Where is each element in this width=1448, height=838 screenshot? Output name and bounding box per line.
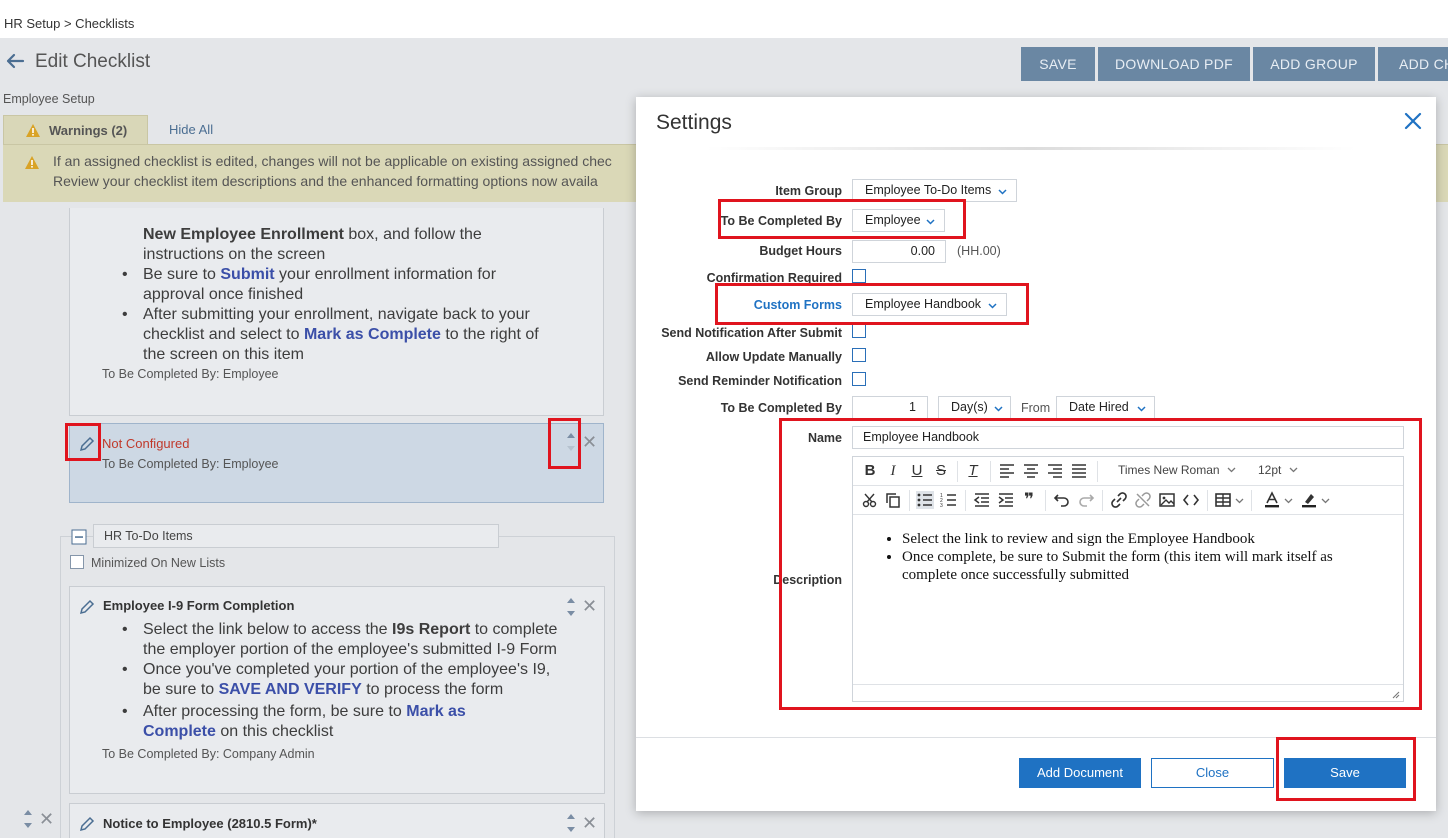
not-configured-status: Not Configured: [102, 436, 190, 451]
highlight-box: [65, 423, 101, 461]
add-group-button[interactable]: ADD GROUP: [1253, 47, 1375, 81]
warning-icon: [25, 156, 39, 169]
minimized-label: Minimized On New Lists: [91, 556, 226, 570]
send-notification-label: Send Notification After Submit: [661, 326, 842, 340]
item-title: Employee I-9 Form Completion: [103, 598, 295, 613]
mark-complete-link[interactable]: Mark as: [406, 703, 466, 720]
close-icon[interactable]: [1401, 109, 1425, 133]
group-reorder-arrows-icon[interactable]: [22, 808, 34, 830]
allow-update-label: Allow Update Manually: [705, 350, 842, 364]
due-unit-select[interactable]: Day(s): [938, 396, 1011, 419]
hr-group-panel: HR To-Do Items Minimized On New Lists Em…: [60, 524, 615, 838]
warnings-tab-label: Warnings (2): [49, 123, 128, 138]
reorder-arrows-icon[interactable]: [565, 596, 577, 618]
send-reminder-checkbox[interactable]: [852, 372, 866, 386]
chevron-down-icon: [1137, 406, 1146, 412]
send-notification-checkbox[interactable]: [852, 324, 866, 338]
highlight-box: [718, 199, 966, 239]
edit-pencil-icon[interactable]: [79, 816, 95, 832]
item-group-label: Item Group: [775, 184, 842, 198]
submit-link[interactable]: Submit: [220, 266, 274, 283]
from-label: From: [1021, 401, 1051, 415]
checklist-item-card-selected[interactable]: Not Configured To Be Completed By: Emplo…: [69, 423, 604, 503]
item-description: New Employee Enrollment box, and follow …: [143, 226, 482, 263]
chevron-down-icon: [994, 406, 1003, 412]
budget-hours-label: Budget Hours: [759, 244, 842, 258]
back-arrow-icon[interactable]: [4, 50, 26, 72]
completed-by-text: To Be Completed By: Employee: [102, 457, 279, 471]
group-remove-icon[interactable]: ✕: [39, 809, 54, 830]
allow-update-checkbox[interactable]: [852, 348, 866, 362]
due-label: To Be Completed By: [720, 401, 842, 415]
warning-line-1: If an assigned checklist is edited, chan…: [53, 153, 612, 169]
completed-by-text: To Be Completed By: Company Admin: [102, 747, 315, 761]
save-toolbar-button[interactable]: SAVE: [1021, 47, 1095, 81]
budget-hours-input[interactable]: 0.00: [852, 240, 946, 263]
page-title: Edit Checklist: [35, 51, 151, 72]
save-verify-link[interactable]: SAVE AND VERIFY: [219, 681, 362, 698]
title-divider: [706, 147, 1356, 150]
checklist-item-card: Employee I-9 Form Completion ✕ • Select t…: [69, 586, 605, 794]
warning-line-2: Review your checklist item descriptions …: [53, 173, 598, 189]
mark-complete-link[interactable]: Mark as Complete: [304, 326, 441, 343]
add-checklist-item-button[interactable]: ADD CH: [1378, 47, 1448, 81]
send-reminder-label: Send Reminder Notification: [678, 374, 842, 388]
highlight-box: [548, 418, 581, 469]
warning-icon: [26, 124, 40, 137]
due-from-select[interactable]: Date Hired: [1056, 396, 1155, 419]
collapse-group-icon[interactable]: [71, 529, 87, 545]
item-description: • Select the link below to access the I9s…: [122, 621, 558, 740]
remove-icon[interactable]: ✕: [582, 813, 597, 834]
breadcrumb[interactable]: HR Setup > Checklists: [4, 16, 134, 31]
checklist-name: Employee Setup: [3, 92, 95, 106]
completed-by-text: To Be Completed By: Employee: [102, 367, 279, 381]
due-amount-input[interactable]: 1: [852, 396, 928, 419]
confirmation-required-checkbox[interactable]: [852, 269, 866, 283]
reorder-arrows-icon[interactable]: [565, 812, 577, 834]
breadcrumb-bar: HR Setup > Checklists: [0, 0, 1448, 38]
item-title: Notice to Employee (2810.5 Form)*: [103, 816, 317, 831]
download-pdf-button[interactable]: DOWNLOAD PDF: [1098, 47, 1250, 81]
close-button[interactable]: Close: [1151, 758, 1274, 788]
budget-hours-hint: (HH.00): [957, 244, 1001, 258]
remove-icon[interactable]: ✕: [582, 432, 597, 453]
group-name-input[interactable]: HR To-Do Items: [93, 524, 499, 548]
dialog-title: Settings: [656, 111, 732, 134]
remove-icon[interactable]: ✕: [582, 596, 597, 617]
checklist-item-card: Notice to Employee (2810.5 Form)* ✕: [69, 803, 605, 838]
highlight-box: [1276, 737, 1416, 801]
highlight-box: [779, 418, 1422, 710]
minimized-checkbox[interactable]: [70, 555, 84, 569]
add-document-button[interactable]: Add Document: [1019, 758, 1141, 788]
hide-all-link[interactable]: Hide All: [169, 122, 213, 137]
chevron-down-icon: [998, 189, 1007, 195]
edit-pencil-icon[interactable]: [79, 599, 95, 615]
checklist-item-card: New Employee Enrollment box, and follow …: [69, 208, 604, 416]
warnings-tab[interactable]: Warnings (2): [3, 115, 148, 145]
highlight-box: [715, 283, 1029, 325]
